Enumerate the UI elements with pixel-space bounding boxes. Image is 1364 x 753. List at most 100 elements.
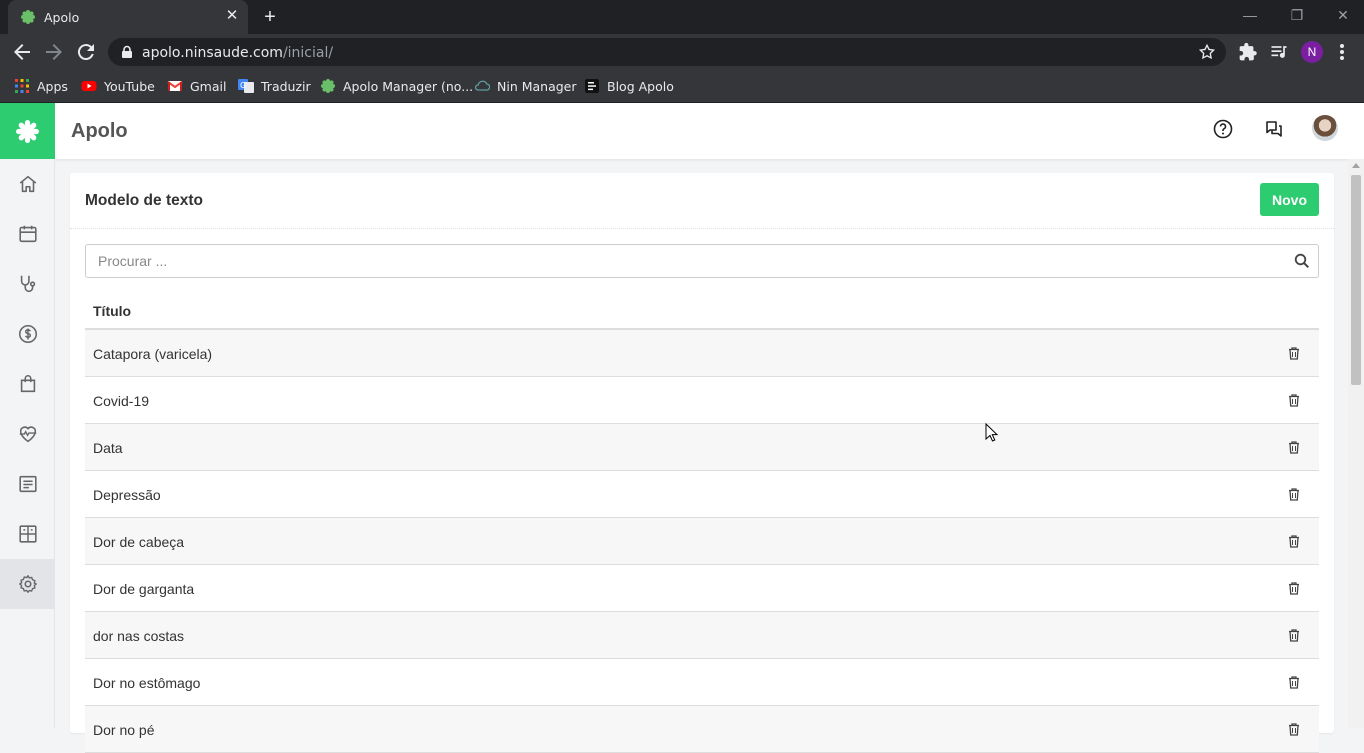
- dollar-icon: [18, 324, 37, 344]
- reload-icon[interactable]: [74, 40, 98, 64]
- sidebar-item-calendar[interactable]: [0, 209, 55, 259]
- bookmark-label: Apps: [37, 78, 68, 94]
- scroll-thumb[interactable]: [1351, 175, 1361, 385]
- bookmark-apolo-manager[interactable]: Apolo Manager (no...: [320, 77, 473, 95]
- trash-icon[interactable]: [1288, 347, 1300, 360]
- app-header: Apolo: [0, 103, 1364, 159]
- table-row[interactable]: dor nas costas: [85, 612, 1319, 659]
- table-row[interactable]: Dor no pé: [85, 706, 1319, 753]
- table-row[interactable]: Dor de cabeça: [85, 518, 1319, 565]
- bookmark-gmail[interactable]: Gmail: [167, 77, 226, 95]
- bookmark-star-icon[interactable]: [1198, 43, 1216, 61]
- trash-icon[interactable]: [1288, 629, 1300, 642]
- page-title: Modelo de texto: [85, 192, 203, 209]
- trash-icon[interactable]: [1288, 582, 1300, 595]
- table-row[interactable]: Covid-19: [85, 377, 1319, 424]
- row-title[interactable]: Dor no pé: [93, 722, 154, 738]
- gear-icon: [18, 575, 37, 593]
- sidebar-item-health[interactable]: [0, 409, 55, 459]
- sidebar-item-settings[interactable]: [0, 559, 55, 609]
- trash-icon[interactable]: [1288, 535, 1300, 548]
- bookmark-label: Blog Apolo: [607, 78, 674, 94]
- sidebar-item-home[interactable]: [0, 159, 55, 209]
- trash-icon[interactable]: [1288, 488, 1300, 501]
- sidebar-item-reports[interactable]: [0, 459, 55, 509]
- sidebar-item-stethoscope[interactable]: [0, 259, 55, 309]
- bookmark-blog-apolo[interactable]: Blog Apolo: [584, 77, 674, 95]
- media-queue-icon[interactable]: [1269, 42, 1289, 62]
- browser-tab[interactable]: Apolo ✕: [8, 0, 248, 34]
- cloud-icon: [474, 80, 490, 91]
- minimize-button[interactable]: —: [1240, 5, 1260, 25]
- table-header: Título: [85, 293, 1319, 330]
- bookmark-label: YouTube: [104, 78, 155, 94]
- help-icon[interactable]: [1211, 117, 1235, 141]
- restore-button[interactable]: ❐: [1287, 5, 1307, 25]
- new-template-button[interactable]: Novo: [1260, 183, 1319, 216]
- table-row[interactable]: Data: [85, 424, 1319, 471]
- apps-grid-icon: [15, 79, 29, 93]
- page-scrollbar[interactable]: [1348, 159, 1364, 728]
- youtube-icon: [81, 81, 97, 91]
- apolo-logo-icon: [16, 120, 39, 143]
- browser-toolbar: apolo.ninsaude.com/inicial/ N: [0, 34, 1364, 70]
- heartbeat-icon: [19, 426, 36, 443]
- text-template-card: Modelo de texto Novo Título Catapora (va…: [70, 173, 1334, 753]
- new-tab-button[interactable]: +: [260, 7, 280, 27]
- row-title[interactable]: dor nas costas: [93, 628, 184, 644]
- column-header-title[interactable]: Título: [93, 303, 131, 319]
- bookmark-label: Nin Manager: [497, 78, 577, 94]
- back-arrow-icon[interactable]: [10, 40, 34, 64]
- sidebar-item-finance[interactable]: [0, 309, 55, 359]
- template-list: Catapora (varicela) Covid-19 Data Depres…: [85, 330, 1319, 753]
- browser-menu-icon[interactable]: [1336, 42, 1348, 62]
- tab-title: Apolo: [44, 10, 80, 25]
- table-row[interactable]: Catapora (varicela): [85, 330, 1319, 377]
- search-box: [85, 244, 1319, 278]
- trash-icon[interactable]: [1288, 676, 1300, 689]
- row-title[interactable]: Dor de garganta: [93, 581, 194, 597]
- bookmark-apps[interactable]: Apps: [14, 77, 68, 95]
- scroll-up-arrow-icon[interactable]: [1352, 163, 1360, 168]
- trash-icon[interactable]: [1288, 441, 1300, 454]
- bookmark-nin-manager[interactable]: Nin Manager: [474, 77, 577, 95]
- address-bar[interactable]: apolo.ninsaude.com/inicial/: [108, 38, 1226, 66]
- row-title[interactable]: Dor no estômago: [93, 675, 200, 691]
- app-logo[interactable]: [0, 103, 55, 159]
- table-row[interactable]: Dor de garganta: [85, 565, 1319, 612]
- search-input[interactable]: [86, 245, 1286, 277]
- sidebar-item-dashboard[interactable]: [0, 509, 55, 559]
- browser-tab-bar: Apolo ✕ + — ❐ ✕: [0, 0, 1364, 34]
- forward-arrow-icon[interactable]: [42, 40, 66, 64]
- user-avatar[interactable]: [1312, 115, 1338, 141]
- svg-text:G: G: [240, 81, 246, 90]
- row-title[interactable]: Dor de cabeça: [93, 534, 184, 550]
- sidebar-item-shopping[interactable]: [0, 359, 55, 409]
- calendar-icon: [18, 225, 37, 243]
- row-title[interactable]: Depressão: [93, 487, 161, 503]
- extensions-puzzle-icon[interactable]: [1238, 42, 1258, 62]
- row-title[interactable]: Catapora (varicela): [93, 346, 212, 362]
- window-close-button[interactable]: ✕: [1333, 5, 1353, 25]
- document-icon: [18, 475, 37, 493]
- bookmark-youtube[interactable]: YouTube: [81, 77, 155, 95]
- table-row[interactable]: Dor no estômago: [85, 659, 1319, 706]
- trash-icon[interactable]: [1288, 394, 1300, 407]
- mouse-cursor-icon: [985, 423, 999, 442]
- tab-close-icon[interactable]: ✕: [224, 8, 240, 24]
- trash-icon[interactable]: [1288, 723, 1300, 736]
- bookmark-label: Apolo Manager (no...: [343, 78, 474, 94]
- url-path: /inicial/: [282, 45, 334, 61]
- grid-icon: [18, 525, 37, 543]
- search-icon[interactable]: [1294, 253, 1310, 269]
- apolo-favicon-icon: [21, 10, 35, 24]
- chat-icon[interactable]: [1262, 117, 1286, 141]
- row-title[interactable]: Data: [93, 440, 123, 456]
- blog-icon: [585, 79, 599, 93]
- row-title[interactable]: Covid-19: [93, 393, 149, 409]
- profile-avatar[interactable]: N: [1301, 41, 1323, 63]
- translate-icon: G: [238, 79, 254, 93]
- stethoscope-icon: [20, 275, 35, 293]
- bookmark-traduzir[interactable]: G Traduzir: [238, 77, 311, 95]
- table-row[interactable]: Depressão: [85, 471, 1319, 518]
